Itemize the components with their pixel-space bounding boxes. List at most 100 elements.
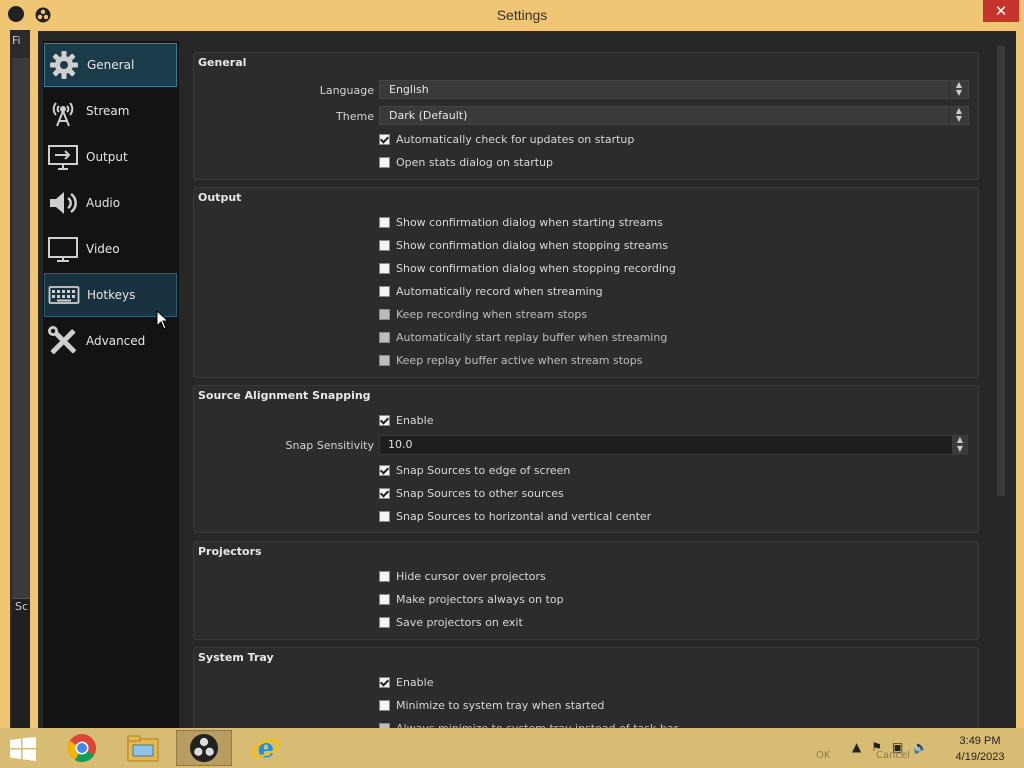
sidebar-item-general[interactable]: General — [44, 43, 177, 87]
system-tray: ▲ ⚑ ▣ 🔈 — [852, 740, 928, 754]
obs-menu-file[interactable]: Fi — [12, 34, 21, 47]
checkbox-unchecked[interactable] — [379, 157, 390, 168]
sidebar-item-output[interactable]: Output — [44, 135, 177, 179]
snap-sources-checkbox[interactable]: Snap Sources to other sources — [379, 487, 564, 500]
action-center-flag-icon[interactable]: ⚑ — [871, 740, 882, 754]
checkbox-unchecked[interactable] — [379, 594, 390, 605]
confirm-stop-stream-checkbox[interactable]: Show confirmation dialog when stopping s… — [379, 239, 668, 252]
checkbox-label: Automatically record when streaming — [396, 285, 603, 298]
taskbar-clock[interactable]: 3:49 PM 4/19/2023 — [945, 733, 1015, 765]
checkbox-unchecked[interactable] — [379, 511, 390, 522]
tray-minimize-start-checkbox[interactable]: Minimize to system tray when started — [379, 699, 604, 712]
sidebar-item-label: Hotkeys — [87, 288, 136, 302]
projectors-on-top-checkbox[interactable]: Make projectors always on top — [379, 593, 564, 606]
speaker-icon — [45, 185, 81, 221]
checkbox-unchecked[interactable] — [379, 217, 390, 228]
sidebar-item-label: Stream — [86, 104, 130, 118]
group-output: Output Show confirmation dialog when sta… — [193, 187, 979, 378]
theme-select[interactable]: Dark (Default) ▲ ▼ — [379, 106, 969, 125]
hide-cursor-checkbox[interactable]: Hide cursor over projectors — [379, 570, 546, 583]
group-title-system-tray: System Tray — [198, 651, 274, 664]
checkbox-label: Save projectors on exit — [396, 616, 523, 629]
snapping-enable-checkbox[interactable]: Enable — [379, 414, 433, 427]
scrollbar-thumb[interactable] — [997, 46, 1005, 496]
checkbox-label: Snap Sources to horizontal and vertical … — [396, 510, 652, 523]
sidebar-item-stream[interactable]: Stream — [44, 89, 177, 133]
sidebar-item-audio[interactable]: Audio — [44, 181, 177, 225]
snap-center-checkbox[interactable]: Snap Sources to horizontal and vertical … — [379, 510, 651, 523]
language-select[interactable]: English ▲ ▼ — [379, 80, 969, 99]
content-scrollbar[interactable] — [995, 44, 1007, 730]
sidebar-item-label: Output — [86, 150, 128, 164]
group-title-snapping: Source Alignment Snapping — [198, 389, 371, 402]
volume-icon[interactable]: 🔈 — [913, 740, 928, 754]
checkbox-unchecked[interactable] — [379, 700, 390, 711]
confirm-stop-recording-checkbox[interactable]: Show confirmation dialog when stopping r… — [379, 262, 676, 275]
checkbox-checked[interactable] — [379, 415, 390, 426]
checkbox-label: Show confirmation dialog when starting s… — [396, 216, 663, 229]
gear-icon — [46, 47, 82, 83]
select-arrows-icon: ▲ ▼ — [949, 81, 968, 98]
windows-taskbar: e OK Cancel ▲ ⚑ ▣ 🔈 3:49 PM 4/19/2023 — [0, 728, 1024, 768]
checkbox-disabled — [379, 332, 390, 343]
settings-dialog: Settings ✕ General Stream Output Audio V… — [30, 0, 1024, 730]
checkbox-unchecked[interactable] — [379, 240, 390, 251]
mouse-cursor-icon — [156, 310, 170, 330]
obs-preview-panel — [12, 58, 32, 598]
checkbox-unchecked[interactable] — [379, 263, 390, 274]
theme-value: Dark (Default) — [389, 109, 468, 122]
language-value: English — [389, 83, 429, 96]
taskbar-file-explorer[interactable] — [115, 730, 171, 766]
sidebar-item-label: Video — [86, 242, 120, 256]
clock-time: 3:49 PM — [959, 735, 1001, 747]
checkbox-checked[interactable] — [379, 465, 390, 476]
checkbox-unchecked[interactable] — [379, 571, 390, 582]
snap-sensitivity-input[interactable]: 10.0 — [379, 435, 954, 455]
obs-window-edge — [0, 30, 10, 730]
sidebar-item-video[interactable]: Video — [44, 227, 177, 271]
keyboard-icon — [46, 277, 82, 313]
dialog-title-bar[interactable]: Settings ✕ — [30, 0, 1024, 31]
group-title-output: Output — [198, 191, 242, 204]
group-general: General Language English ▲ ▼ Theme Dark (… — [193, 52, 979, 180]
network-icon[interactable]: ▣ — [892, 740, 903, 754]
tray-expand-icon[interactable]: ▲ — [852, 740, 861, 754]
spin-arrows-icon[interactable]: ▲ ▼ — [952, 435, 968, 455]
settings-sidebar: General Stream Output Audio Video Hotkey… — [43, 41, 179, 730]
checkbox-unchecked[interactable] — [379, 617, 390, 628]
auto-record-checkbox[interactable]: Automatically record when streaming — [379, 285, 603, 298]
dialog-ok-button[interactable]: OK — [816, 750, 830, 761]
stats-dialog-checkbox[interactable]: Open stats dialog on startup — [379, 156, 553, 169]
checkbox-label: Show confirmation dialog when stopping s… — [396, 239, 668, 252]
obs-scenes-panel — [12, 598, 32, 729]
checkbox-checked[interactable] — [379, 488, 390, 499]
file-explorer-icon — [127, 735, 159, 762]
group-title-projectors: Projectors — [198, 545, 262, 558]
snap-edge-checkbox[interactable]: Snap Sources to edge of screen — [379, 464, 570, 477]
save-projectors-checkbox[interactable]: Save projectors on exit — [379, 616, 523, 629]
confirm-start-stream-checkbox[interactable]: Show confirmation dialog when starting s… — [379, 216, 663, 229]
checkbox-label: Hide cursor over projectors — [396, 570, 546, 583]
checkbox-label: Keep replay buffer active when stream st… — [396, 354, 643, 367]
checkbox-label: Make projectors always on top — [396, 593, 564, 606]
windows-start-icon[interactable] — [8, 737, 38, 761]
sidebar-item-label: General — [87, 58, 135, 72]
taskbar-internet-explorer[interactable]: e — [238, 730, 294, 766]
output-monitor-icon — [45, 139, 81, 175]
checkbox-label: Enable — [396, 676, 434, 689]
taskbar-obs[interactable] — [176, 730, 232, 766]
checkbox-unchecked[interactable] — [379, 286, 390, 297]
checkbox-label: Minimize to system tray when started — [396, 699, 605, 712]
keep-replay-buffer-checkbox: Keep replay buffer active when stream st… — [379, 354, 643, 367]
language-label: Language — [319, 84, 374, 97]
internet-explorer-icon: e — [252, 734, 280, 764]
checkbox-checked[interactable] — [379, 134, 390, 145]
tray-enable-checkbox[interactable]: Enable — [379, 676, 433, 689]
taskbar-chrome[interactable] — [54, 730, 110, 766]
checkbox-label: Automatically check for updates on start… — [396, 133, 635, 146]
close-button[interactable]: ✕ — [983, 0, 1019, 22]
monitor-icon — [45, 231, 81, 267]
checkbox-checked[interactable] — [379, 677, 390, 688]
auto-update-checkbox[interactable]: Automatically check for updates on start… — [379, 133, 634, 146]
checkbox-label: Enable — [396, 414, 434, 427]
